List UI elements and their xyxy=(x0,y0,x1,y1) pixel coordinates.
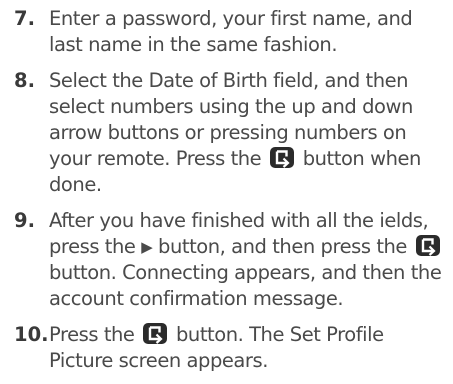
step-number: 9. xyxy=(14,209,35,232)
step-text: Press the button. The Set Profile Pictur… xyxy=(49,322,453,374)
step-7: 7. Enter a password, your first name, an… xyxy=(0,6,453,58)
step-number: 10. xyxy=(14,323,49,346)
step-text-part: button. Connecting appears, and then the… xyxy=(49,261,442,310)
instruction-steps: 7. Enter a password, your first name, an… xyxy=(0,6,453,384)
step-10: 10. Press the button. The Set Profile Pi… xyxy=(0,322,453,374)
step-text-part: Press the xyxy=(49,323,135,346)
step-number: 8. xyxy=(14,69,35,92)
step-8: 8. Select the Date of Birth field, and t… xyxy=(0,68,453,198)
play-triangle-icon: ▶ xyxy=(141,238,153,256)
step-text-part: button, and then press the xyxy=(158,235,407,258)
step-number: 7. xyxy=(14,7,35,30)
enter-button-icon xyxy=(269,147,294,168)
enter-button-icon xyxy=(143,323,168,344)
step-9: 9. After you have finished with all the … xyxy=(0,208,453,312)
step-text-part: Enter a password, your first name, and l… xyxy=(49,7,413,56)
step-text: After you have finished with all the iel… xyxy=(49,208,453,312)
enter-button-icon xyxy=(415,235,440,256)
step-text: Select the Date of Birth field, and then… xyxy=(49,68,453,198)
step-text: Enter a password, your first name, and l… xyxy=(49,6,453,58)
